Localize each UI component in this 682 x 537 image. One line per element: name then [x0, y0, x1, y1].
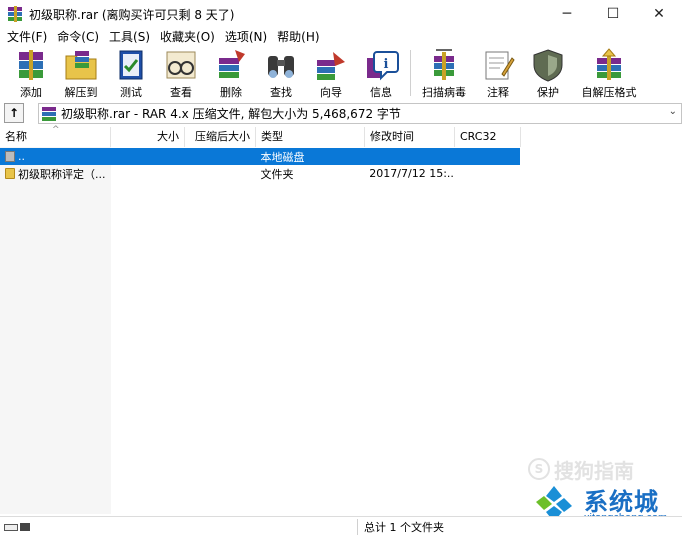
menu-tools[interactable]: 工具(S) [104, 28, 155, 46]
winrar-app-icon [7, 6, 23, 22]
protect-label: 保护 [537, 86, 559, 99]
scan-virus-button[interactable]: 扫描病毒 [415, 46, 473, 100]
scan-virus-label: 扫描病毒 [422, 86, 466, 99]
sort-ascending-icon: ^ [52, 125, 60, 135]
table-row[interactable]: .. 本地磁盘 [0, 148, 520, 165]
menu-help[interactable]: 帮助(H) [272, 28, 324, 46]
row-type: 文件夹 [260, 167, 294, 181]
row-type: 本地磁盘 [260, 150, 305, 164]
svg-text:i: i [384, 57, 389, 72]
address-bar: ↑ 初级职称.rar - RAR 4.x 压缩文件, 解包大小为 5,468,6… [0, 101, 682, 125]
delete-label: 删除 [220, 86, 242, 99]
find-label: 查找 [270, 86, 292, 99]
protect-button[interactable]: 保护 [523, 46, 573, 100]
column-type[interactable]: 类型 [256, 127, 365, 147]
address-path: 初级职称.rar - RAR 4.x 压缩文件, 解包大小为 5,468,672… [61, 107, 401, 121]
maximize-button[interactable]: ☐ [590, 0, 636, 28]
menu-favorites[interactable]: 收藏夹(O) [155, 28, 220, 46]
extract-to-label: 解压到 [64, 86, 98, 99]
wizard-button[interactable]: 向导 [306, 46, 356, 100]
scan-virus-icon [434, 49, 454, 80]
view-button[interactable]: 查看 [156, 46, 206, 100]
row-name: 初级职称评定（... [18, 167, 106, 181]
sfx-archive-icon [597, 48, 621, 80]
binoculars-icon [268, 56, 294, 78]
view-label: 查看 [170, 86, 192, 99]
status-divider [357, 519, 358, 535]
column-modified[interactable]: 修改时间 [365, 127, 455, 147]
test-label: 测试 [120, 86, 142, 99]
row-mtime: 2017/7/12 15:... [369, 167, 455, 180]
wizard-label: 向导 [320, 86, 342, 99]
row-name: .. [18, 150, 25, 163]
comment-icon [485, 51, 515, 80]
sfx-label: 自解压格式 [581, 86, 637, 99]
sogou-logo-icon: S [528, 458, 550, 480]
column-header-row: 名称 ^ 大小 压缩后大小 类型 修改时间 CRC32 [0, 125, 682, 147]
add-label: 添加 [20, 86, 42, 99]
status-bar: 总计 1 个文件夹 [0, 516, 682, 537]
view-glasses-icon [166, 51, 196, 79]
toolbar-separator [410, 50, 411, 96]
menu-file[interactable]: 文件(F) [2, 28, 52, 46]
drive-icon [5, 151, 15, 162]
drive-status-icon[interactable] [20, 523, 30, 531]
menu-options[interactable]: 选项(N) [220, 28, 272, 46]
column-crc32[interactable]: CRC32 [455, 127, 521, 147]
keyboard-icon [4, 523, 18, 531]
add-books-icon [19, 50, 43, 80]
test-book-icon [119, 50, 143, 80]
info-icon: i [367, 51, 399, 81]
chevron-down-icon[interactable]: ⌄ [669, 106, 677, 117]
add-button[interactable]: 添加 [6, 46, 56, 100]
info-button[interactable]: i 信息 [356, 46, 406, 100]
test-button[interactable]: 测试 [106, 46, 156, 100]
title-bar: 初级职称.rar (离购买许可只剩 8 天了) ─ ☐ ✕ [0, 0, 682, 28]
close-button[interactable]: ✕ [636, 0, 682, 28]
find-button[interactable]: 查找 [256, 46, 306, 100]
extract-folder-icon [65, 51, 97, 80]
wizard-icon [317, 52, 345, 80]
status-summary: 总计 1 个文件夹 [364, 521, 444, 534]
sfx-button[interactable]: 自解压格式 [573, 46, 645, 100]
table-row[interactable]: 初级职称评定（... 文件夹 2017/7/12 15:... [0, 165, 520, 182]
extract-to-button[interactable]: 解压到 [56, 46, 106, 100]
column-size[interactable]: 大小 [111, 127, 185, 147]
window-title: 初级职称.rar (离购买许可只剩 8 天了) [29, 7, 235, 22]
toolbar: 添加 解压到 测试 查看 删除 查找 向导 i 信息 扫描病毒 注释 保护 自解… [0, 46, 682, 100]
shield-icon [533, 49, 563, 82]
menu-commands[interactable]: 命令(C) [52, 28, 104, 46]
column-packed-size[interactable]: 压缩后大小 [185, 127, 256, 147]
column-name[interactable]: 名称 ^ [0, 125, 111, 147]
info-label: 信息 [370, 86, 392, 99]
delete-book-icon [219, 50, 245, 78]
delete-button[interactable]: 删除 [206, 46, 256, 100]
comment-label: 注释 [487, 86, 509, 99]
sogou-watermark: S 搜狗指南 [528, 455, 658, 483]
status-indicators [4, 523, 30, 531]
menu-bar: 文件(F) 命令(C) 工具(S) 收藏夹(O) 选项(N) 帮助(H) [0, 28, 682, 46]
up-folder-button[interactable]: ↑ [4, 103, 24, 123]
address-field[interactable]: 初级职称.rar - RAR 4.x 压缩文件, 解包大小为 5,468,672… [38, 103, 682, 124]
comment-button[interactable]: 注释 [473, 46, 523, 100]
archive-icon [42, 106, 56, 121]
folder-icon [5, 168, 15, 179]
minimize-button[interactable]: ─ [544, 0, 590, 28]
up-arrow-icon: ↑ [8, 106, 20, 120]
